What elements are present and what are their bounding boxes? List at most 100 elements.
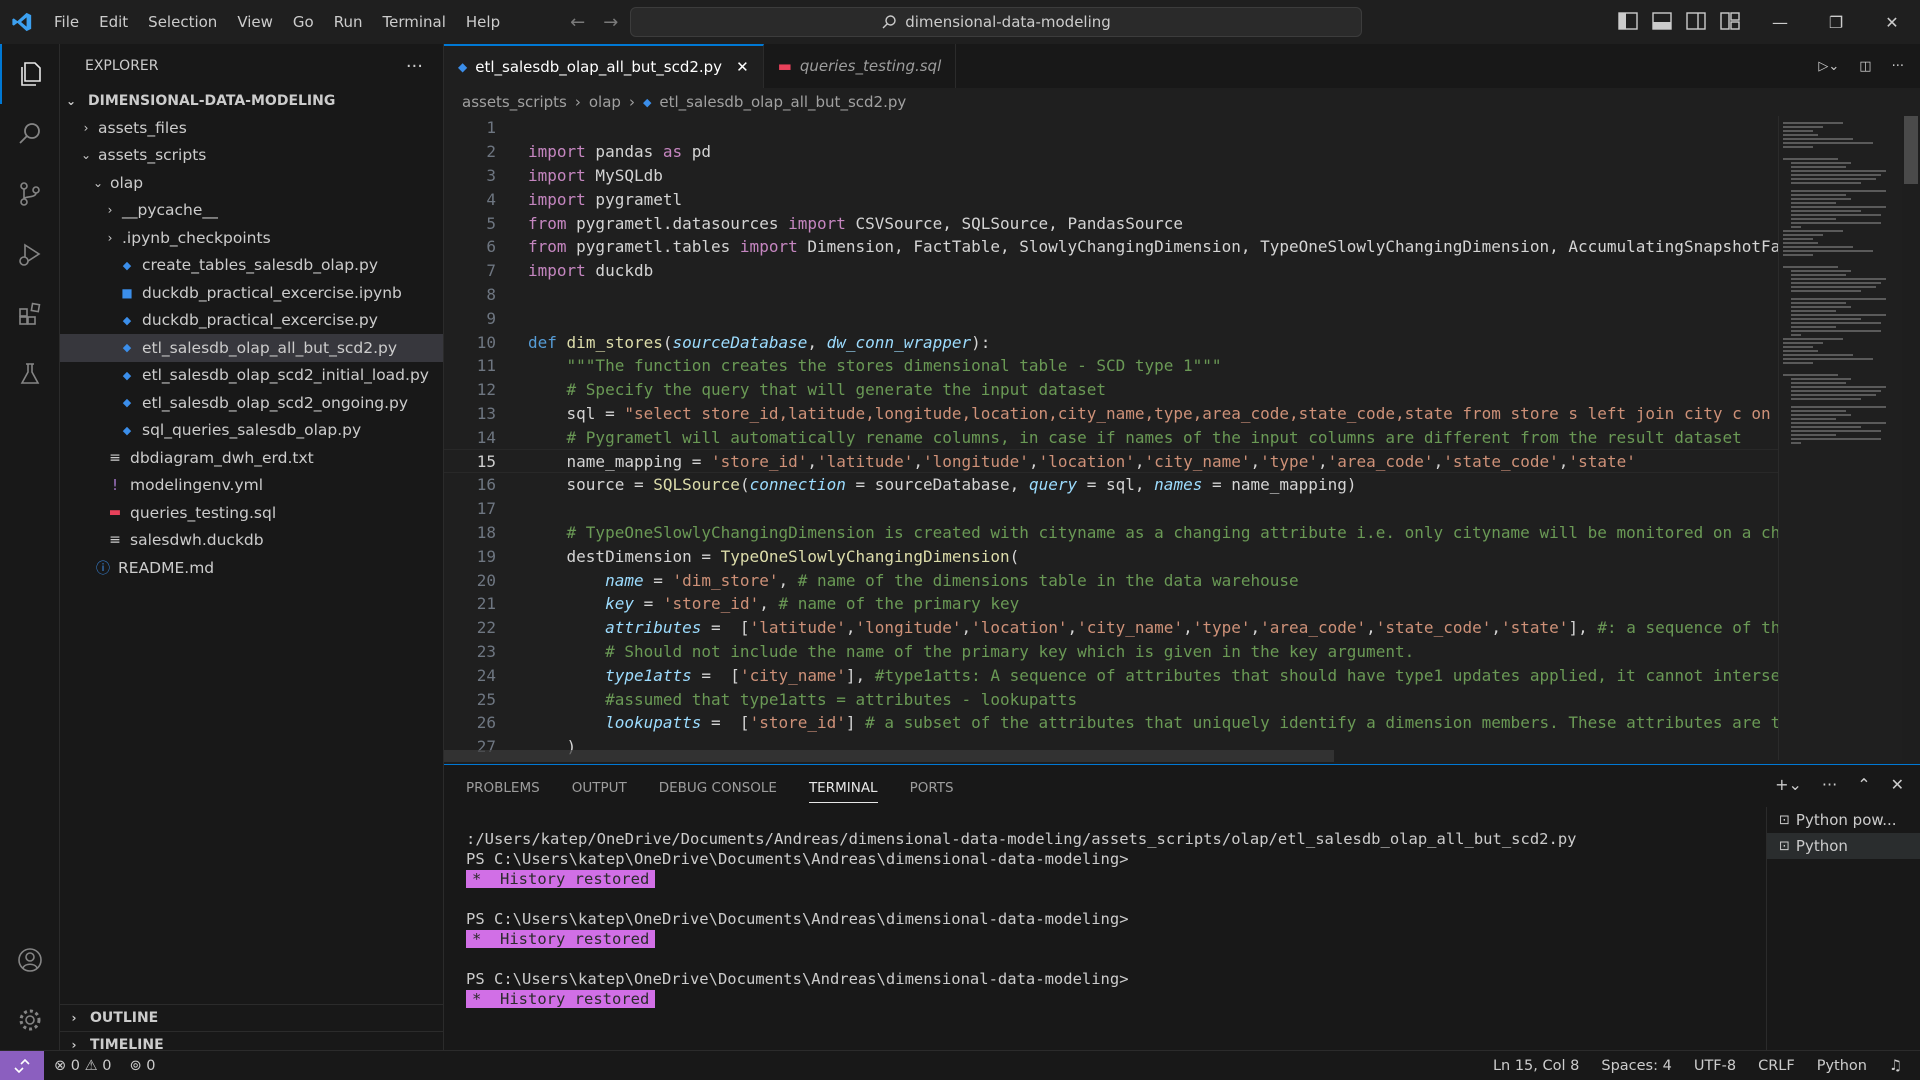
extensions-icon[interactable]	[0, 284, 60, 344]
menu-help[interactable]: Help	[456, 0, 510, 44]
code-line[interactable]: 7 import duckdb	[444, 259, 1778, 283]
code-line[interactable]: 12 # Specify the query that will generat…	[444, 378, 1778, 402]
back-arrow-icon[interactable]: ←	[570, 12, 585, 33]
tree-item[interactable]: ◆ sql_queries_salesdb_olap.py	[60, 417, 443, 445]
tree-item[interactable]: ◆ create_tables_salesdb_olap.py	[60, 252, 443, 280]
code-line[interactable]: 1	[444, 116, 1778, 140]
forward-arrow-icon[interactable]: →	[603, 12, 618, 33]
menu-terminal[interactable]: Terminal	[373, 0, 456, 44]
tree-item[interactable]: ⌄ olap	[60, 169, 443, 197]
tree-item[interactable]: ▬ queries_testing.sql	[60, 499, 443, 527]
code-line[interactable]: 10 def dim_stores(sourceDatabase, dw_conn…	[444, 330, 1778, 354]
run-debug-icon[interactable]	[0, 224, 60, 284]
maximize-icon[interactable]: ❐	[1808, 0, 1864, 44]
tab-terminal[interactable]: TERMINAL	[808, 780, 878, 803]
code-line[interactable]: 2 import pandas as pd	[444, 140, 1778, 164]
code-line[interactable]: 3 import MySQLdb	[444, 164, 1778, 188]
tree-item[interactable]: › .ipynb_checkpoints	[60, 224, 443, 252]
split-editor-icon[interactable]: ◫	[1859, 59, 1871, 74]
code-line[interactable]: 18 # TypeOneSlowlyChangingDimension is c…	[444, 521, 1778, 545]
code-line[interactable]: 23 # Should not include the name of the …	[444, 640, 1778, 664]
code-line[interactable]: 20 name = 'dim_store', # name of the dim…	[444, 568, 1778, 592]
close-window-icon[interactable]: ✕	[1864, 0, 1920, 44]
tab-debug-console[interactable]: DEBUG CONSOLE	[659, 780, 777, 796]
code-line[interactable]: 9	[444, 306, 1778, 330]
horizontal-scrollbar[interactable]	[444, 750, 1334, 762]
close-tab-icon[interactable]: ✕	[736, 58, 749, 76]
tree-item[interactable]: ◆ etl_salesdb_olap_scd2_initial_load.py	[60, 362, 443, 390]
indentation[interactable]: Spaces: 4	[1601, 1058, 1671, 1074]
menu-view[interactable]: View	[227, 0, 283, 44]
code-line[interactable]: 25 #assumed that type1atts = attributes …	[444, 687, 1778, 711]
problems-status[interactable]: ⊗ 0 ⚠ 0	[54, 1058, 111, 1074]
tab-problems[interactable]: PROBLEMS	[466, 780, 540, 796]
tree-item[interactable]: ! modelingenv.yml	[60, 472, 443, 500]
accounts-icon[interactable]	[0, 930, 60, 990]
more-actions-icon[interactable]: ···	[1892, 59, 1904, 74]
code-line[interactable]: 26 lookupatts = ['store_id'] # a subset …	[444, 711, 1778, 735]
code-line[interactable]: 17	[444, 497, 1778, 521]
code-line[interactable]: 11 """The function creates the stores di…	[444, 354, 1778, 378]
terminal-output[interactable]: :/Users/katep/OneDrive/Documents/Andreas…	[466, 829, 1766, 1009]
menu-run[interactable]: Run	[324, 0, 373, 44]
code-editor[interactable]: 1 2 import pandas as pd 3 import MySQLdb 4 imp…	[444, 116, 1778, 760]
testing-icon[interactable]	[0, 344, 60, 404]
toggle-secondary-sidebar-icon[interactable]	[1686, 12, 1706, 30]
code-line[interactable]: 22 attributes = ['latitude','longitude',…	[444, 616, 1778, 640]
command-center-search[interactable]: dimensional-data-modeling	[630, 7, 1362, 37]
code-line[interactable]: 13 sql = "select store_id,latitude,longi…	[444, 402, 1778, 426]
minimap[interactable]	[1778, 116, 1902, 760]
code-line[interactable]: 8	[444, 283, 1778, 307]
search-activity-icon[interactable]	[0, 104, 60, 164]
terminal-item-python-powershell[interactable]: ⊡ Python pow...	[1767, 807, 1920, 833]
tab-queries-testing[interactable]: ▬ queries_testing.sql	[764, 44, 957, 88]
breadcrumb-item[interactable]: etl_salesdb_olap_all_but_scd2.py	[659, 93, 906, 111]
code-line[interactable]: 16 source = SQLSource(connection = sourc…	[444, 473, 1778, 497]
tree-item[interactable]: ⓘ README.md	[60, 554, 443, 582]
project-folder[interactable]: ⌄ DIMENSIONAL-DATA-MODELING	[60, 88, 443, 114]
outline-section[interactable]: › OUTLINE	[60, 1004, 444, 1031]
explorer-icon[interactable]	[0, 44, 60, 104]
close-panel-icon[interactable]: ✕	[1891, 775, 1904, 794]
tree-item[interactable]: ◆ etl_salesdb_olap_scd2_ongoing.py	[60, 389, 443, 417]
code-line[interactable]: 6 from pygrametl.tables import Dimension,…	[444, 235, 1778, 259]
code-line[interactable]: 4 import pygrametl	[444, 187, 1778, 211]
maximize-panel-icon[interactable]: ⌃	[1857, 775, 1870, 794]
menu-selection[interactable]: Selection	[138, 0, 227, 44]
breadcrumb-item[interactable]: assets_scripts	[462, 93, 567, 111]
code-line[interactable]: 14 # Pygrametl will automatically rename…	[444, 425, 1778, 449]
cursor-position[interactable]: Ln 15, Col 8	[1493, 1058, 1579, 1074]
code-line[interactable]: 24 type1atts = ['city_name'], #type1atts…	[444, 663, 1778, 687]
settings-gear-icon[interactable]	[0, 990, 60, 1050]
more-actions-icon[interactable]: ···	[1822, 775, 1837, 794]
tab-etl-salesdb[interactable]: ◆ etl_salesdb_olap_all_but_scd2.py ✕	[444, 44, 764, 88]
customize-layout-icon[interactable]	[1720, 12, 1740, 30]
toggle-panel-icon[interactable]	[1652, 12, 1672, 30]
tree-item[interactable]: ◆ etl_salesdb_olap_all_but_scd2.py	[60, 334, 443, 362]
tree-item[interactable]: › __pycache__	[60, 197, 443, 225]
encoding[interactable]: UTF-8	[1694, 1058, 1736, 1074]
code-line[interactable]: 19 destDimension = TypeOneSlowlyChanging…	[444, 544, 1778, 568]
source-control-icon[interactable]	[0, 164, 60, 224]
notifications-bell-icon[interactable]: ♫	[1889, 1058, 1902, 1074]
minimize-icon[interactable]: —	[1752, 0, 1808, 44]
code-line[interactable]: 15 name_mapping = 'store_id','latitude',…	[444, 449, 1778, 473]
explorer-more-icon[interactable]: ···	[406, 56, 423, 77]
menu-go[interactable]: Go	[283, 0, 324, 44]
menu-file[interactable]: File	[44, 0, 89, 44]
tree-item[interactable]: ≡ dbdiagram_dwh_erd.txt	[60, 444, 443, 472]
run-python-file-icon[interactable]: ▷⌄	[1818, 59, 1839, 74]
toggle-primary-sidebar-icon[interactable]	[1618, 12, 1638, 30]
tree-item[interactable]: › assets_files	[60, 114, 443, 142]
tab-ports[interactable]: PORTS	[910, 780, 954, 796]
vertical-scrollbar[interactable]	[1904, 116, 1918, 184]
tree-item[interactable]: ■ duckdb_practical_excercise.ipynb	[60, 279, 443, 307]
ports-status[interactable]: ⊚ 0	[129, 1058, 155, 1074]
tree-item[interactable]: ≡ salesdwh.duckdb	[60, 527, 443, 555]
code-line[interactable]: 21 key = 'store_id', # name of the prima…	[444, 592, 1778, 616]
remote-indicator-icon[interactable]	[0, 1050, 44, 1080]
breadcrumb-item[interactable]: olap	[589, 93, 621, 111]
end-of-line[interactable]: CRLF	[1758, 1058, 1795, 1074]
tree-item[interactable]: ◆ duckdb_practical_excercise.py	[60, 307, 443, 335]
terminal-item-python[interactable]: ⊡ Python	[1767, 833, 1920, 859]
